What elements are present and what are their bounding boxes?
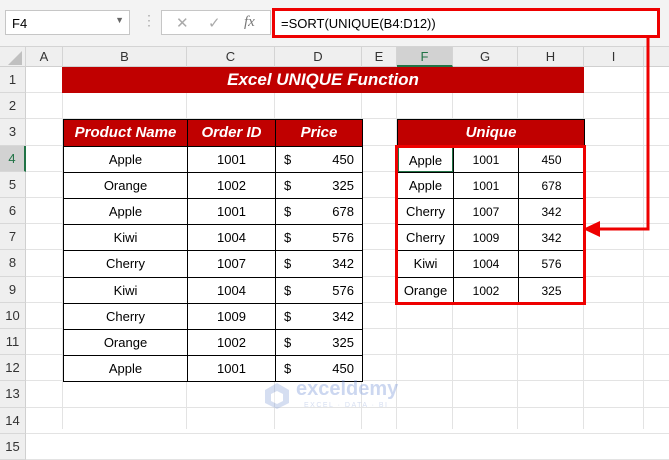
gridline: [26, 432, 669, 434]
watermark-name: exceldemy: [296, 378, 399, 400]
row-header-15[interactable]: 15: [0, 433, 26, 460]
watermark-tagline: EXCEL · DATA · BI: [304, 402, 389, 409]
exceldemy-logo-icon: [265, 383, 289, 409]
watermark: exceldemy EXCEL · DATA · BI: [264, 378, 409, 412]
callout-arrow: [583, 38, 650, 237]
